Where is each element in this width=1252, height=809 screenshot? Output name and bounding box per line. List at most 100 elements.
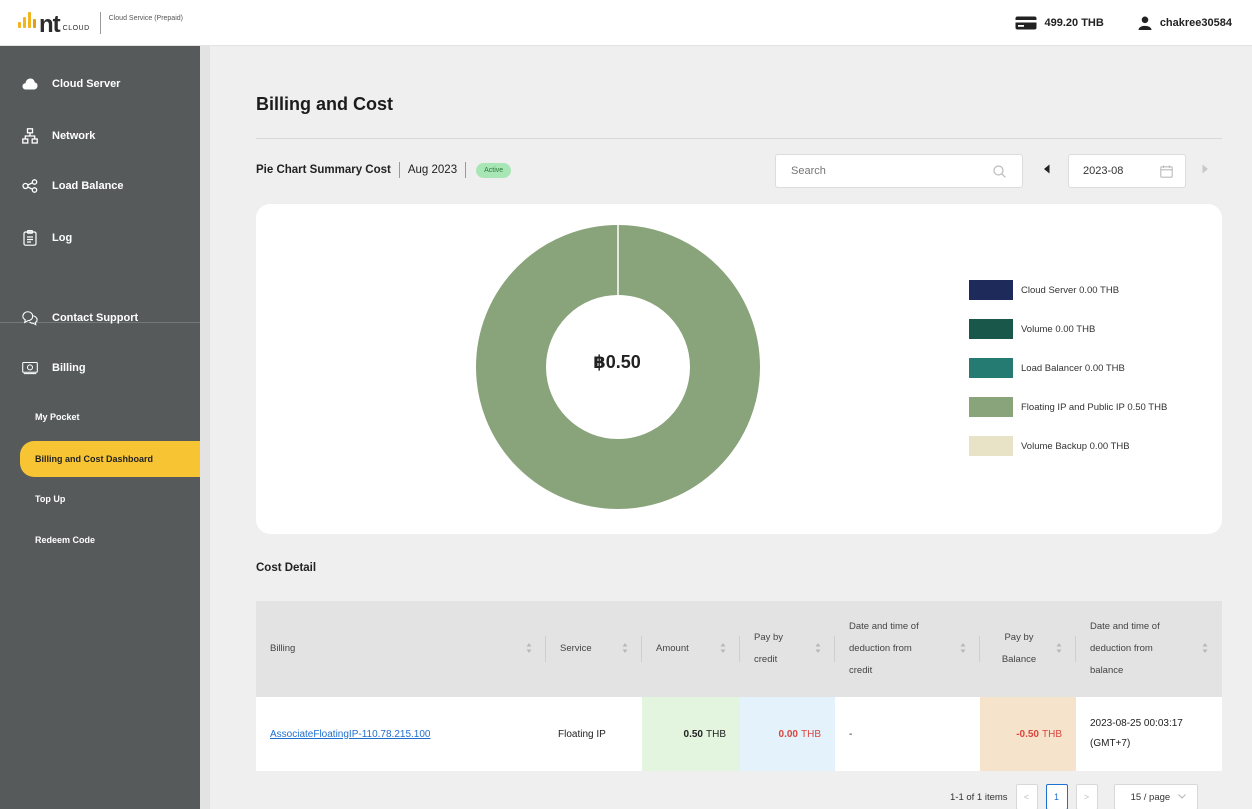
balance-timezone: (GMT+7) [1090, 738, 1131, 749]
logo-sub: CLOUD [62, 25, 90, 32]
month-value: 2023-08 [1083, 165, 1124, 177]
balance-value: -0.50 [1016, 728, 1039, 740]
page-size-select[interactable]: 15 / page [1113, 784, 1198, 809]
legend-item: Cloud Server 0.00 THB [969, 280, 1167, 300]
prev-month-icon[interactable] [1043, 164, 1051, 174]
next-page-button[interactable]: > [1075, 784, 1098, 809]
legend-item: Volume 0.00 THB [969, 319, 1167, 339]
summary-label: Pie Chart Summary Cost [256, 164, 391, 176]
sidebar-subitem-label: Redeem Code [35, 535, 96, 545]
sort-icon[interactable] [960, 642, 966, 654]
sidebar-item-billing[interactable]: Billing [0, 350, 200, 386]
chat-icon [22, 310, 38, 326]
summary-divider [465, 162, 467, 178]
legend-item: Floating IP and Public IP 0.50 THB [969, 397, 1167, 417]
logo-divider [99, 11, 101, 34]
balance-display[interactable]: 499.20 THB [1015, 16, 1104, 30]
legend-label: Load Balancer 0.00 THB [1021, 362, 1125, 374]
column-header-balance-deduction-date[interactable]: Date and time of deduction from balance [1076, 601, 1222, 697]
title-divider [256, 138, 1222, 139]
sidebar-subitem-top-up[interactable]: Top Up [0, 484, 200, 514]
balance-date: 2023-08-25 00:03:17 [1090, 718, 1183, 729]
chart-legend: Cloud Server 0.00 THB Volume 0.00 THB Lo… [969, 280, 1167, 475]
next-month-icon[interactable] [1201, 164, 1209, 174]
sidebar-item-label: Load Balance [52, 180, 124, 192]
sidebar-item-cloud-server[interactable]: Cloud Server [0, 66, 200, 102]
header-line: balance [1090, 665, 1124, 676]
calendar-icon[interactable] [1160, 165, 1173, 178]
cell-pay-by-balance: -0.50 THB [980, 697, 1076, 771]
credit-value: 0.00 [778, 728, 798, 740]
sidebar-item-label: Cloud Server [52, 78, 121, 90]
balance-value: 499.20 THB [1044, 17, 1104, 29]
balance-unit: THB [1042, 728, 1062, 740]
sidebar-item-contact-support[interactable]: Contact Support [0, 300, 200, 336]
cell-service: Floating IP [558, 728, 606, 740]
pagination: 1-1 of 1 items < 1 > 15 / page [950, 784, 1198, 809]
legend-swatch [969, 397, 1013, 417]
donut-center-total: ฿0.50 [593, 352, 641, 372]
header-label: Date and time of deduction from credit [849, 616, 919, 682]
header-line: credit [849, 665, 873, 676]
money-icon [22, 360, 38, 376]
credit-card-icon [1015, 16, 1036, 30]
service-label: Cloud Service (Prepaid) [108, 15, 183, 22]
header-label: Service [560, 643, 592, 654]
cost-detail-table: Billing Service Amount Pay by credit Dat… [256, 601, 1222, 771]
cell-amount: 0.50 THB [642, 697, 740, 771]
sort-icon[interactable] [1056, 642, 1062, 654]
legend-swatch [969, 280, 1013, 300]
table-row: AssociateFloatingIP-110.78.215.100 Float… [256, 697, 1222, 771]
sidebar-scroll-edge [200, 46, 210, 809]
billing-link[interactable]: AssociateFloatingIP-110.78.215.100 [270, 729, 430, 740]
sort-icon[interactable] [720, 642, 726, 654]
sidebar-subitem-redeem-code[interactable]: Redeem Code [0, 525, 200, 555]
sort-icon[interactable] [1202, 642, 1208, 654]
search-box[interactable] [775, 154, 1023, 188]
nt-cloud-logo[interactable]: nt CLOUD Cloud Service (Prepaid) [18, 0, 183, 46]
sidebar-item-log[interactable]: Log [0, 220, 200, 256]
legend-swatch [969, 319, 1013, 339]
search-icon[interactable] [993, 165, 1006, 178]
column-header-amount[interactable]: Amount [642, 601, 740, 697]
sidebar-subitem-label: Top Up [35, 494, 66, 504]
column-header-pay-by-credit[interactable]: Pay by credit [740, 601, 835, 697]
sidebar-item-load-balance[interactable]: Load Balance [0, 168, 200, 204]
pagination-summary: 1-1 of 1 items [950, 791, 1008, 803]
sort-icon[interactable] [622, 642, 628, 654]
clipboard-icon [22, 230, 38, 246]
month-picker[interactable]: 2023-08 [1068, 154, 1186, 188]
column-header-pay-by-balance[interactable]: Pay by Balance [980, 601, 1076, 697]
prev-page-button[interactable]: < [1015, 784, 1038, 809]
amount-unit: THB [706, 728, 726, 740]
cloud-icon [22, 76, 38, 92]
cell-billing: AssociateFloatingIP-110.78.215.100 [256, 697, 546, 771]
amount-value: 0.50 [683, 728, 703, 740]
sort-icon[interactable] [815, 642, 821, 654]
header-label: Date and time of deduction from balance [1090, 616, 1160, 682]
sidebar-item-label: Billing [52, 362, 86, 374]
sidebar-subitem-label: Billing and Cost Dashboard [35, 454, 154, 464]
header-label: Amount [656, 643, 689, 654]
user-menu[interactable]: chakree30584 [1138, 16, 1232, 30]
page-size-value: 15 / page [1130, 791, 1171, 803]
page-1-button[interactable]: 1 [1045, 784, 1068, 809]
sidebar-subitem-billing-cost-dashboard[interactable]: Billing and Cost Dashboard [20, 441, 200, 477]
header-label: Billing [270, 643, 296, 654]
sidebar-item-network[interactable]: Network [0, 118, 200, 154]
column-header-credit-deduction-date[interactable]: Date and time of deduction from credit [835, 601, 980, 697]
sidebar-item-label: Log [52, 232, 73, 244]
sidebar: Cloud Server Network Load Balance Log Co… [0, 46, 200, 809]
header-line: deduction from [849, 643, 912, 654]
network-icon [22, 128, 38, 144]
column-header-billing[interactable]: Billing [256, 601, 546, 697]
legend-item: Volume Backup 0.00 THB [969, 436, 1167, 456]
sidebar-item-label: Contact Support [52, 312, 139, 324]
sort-icon[interactable] [526, 642, 532, 654]
page-title: Billing and Cost [256, 94, 393, 114]
sidebar-subitem-label: My Pocket [35, 412, 80, 422]
sidebar-subitem-my-pocket[interactable]: My Pocket [0, 402, 200, 432]
column-header-service[interactable]: Service [546, 601, 642, 697]
search-input[interactable] [791, 165, 981, 177]
cell-credit-date: - [849, 728, 853, 740]
